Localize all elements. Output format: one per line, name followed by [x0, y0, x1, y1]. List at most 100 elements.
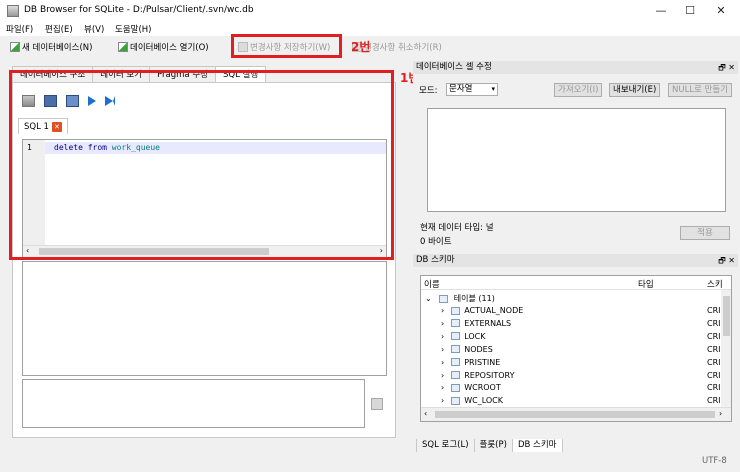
menu-help[interactable]: 도움말(H): [115, 23, 151, 35]
schema-vertical-scrollbar[interactable]: [721, 290, 731, 407]
tab-db-schema[interactable]: DB 스키마: [511, 439, 563, 453]
import-button[interactable]: 가져오기(I): [554, 83, 603, 97]
mode-value: 문자열: [449, 84, 473, 94]
app-icon: [7, 5, 19, 17]
tab-sql-log[interactable]: SQL 로그(L): [416, 439, 475, 453]
title-bar: DB Browser for SQLite - D:/Pulsar/Client…: [0, 0, 740, 22]
column-name-header[interactable]: 이름: [424, 278, 440, 290]
db-schema-dock-title: DB 스키마 🗗 ✕: [413, 254, 738, 267]
table-schema-value: CRI: [707, 344, 721, 354]
table-icon: [451, 319, 461, 328]
chevron-right-icon[interactable]: ›: [441, 371, 444, 380]
revert-changes-label: 변경사항 취소하기(R): [364, 43, 442, 53]
apply-button[interactable]: 적용: [680, 226, 730, 240]
menu-bar: 파일(F) 편집(E) 뷰(V) 도움말(H): [0, 22, 740, 36]
execution-message-box: [22, 379, 365, 428]
dock-controls-icon[interactable]: 🗗 ✕: [718, 254, 735, 267]
window-title: DB Browser for SQLite - D:/Pulsar/Client…: [24, 5, 254, 15]
status-bar: [0, 452, 740, 472]
table-icon: [451, 396, 461, 405]
chevron-down-icon[interactable]: ⌄: [425, 294, 432, 303]
new-database-label: 새 데이터베이스(N): [22, 43, 93, 53]
chevron-right-icon[interactable]: ›: [441, 358, 444, 367]
tree-item-table[interactable]: › ACTUAL_NODE CRI: [421, 306, 721, 319]
minimize-button[interactable]: —: [646, 2, 676, 20]
new-database-button[interactable]: 새 데이터베이스(N): [10, 41, 92, 53]
table-schema-value: CRI: [707, 370, 721, 380]
table-icon: [451, 306, 461, 315]
copy-message-button[interactable]: [371, 398, 383, 410]
chevron-right-icon[interactable]: ›: [441, 396, 444, 405]
schema-tree[interactable]: 이름 타입 스키 ⌄ 테이블 (11) › ACTUAL_NODE CRI › EXTE…: [420, 275, 732, 422]
table-schema-value: CRI: [707, 318, 721, 328]
mode-select[interactable]: 문자열 ▾: [446, 83, 498, 96]
table-name: WC_LOCK: [464, 396, 503, 406]
mode-label: 모드:: [419, 86, 438, 96]
set-null-button[interactable]: NULL로 만들기: [668, 83, 733, 97]
chevron-down-icon: ▾: [491, 85, 495, 93]
table-icon: [451, 383, 461, 392]
scrollbar-thumb[interactable]: [435, 411, 715, 418]
close-button[interactable]: ✕: [706, 2, 736, 20]
scroll-left-icon[interactable]: ‹: [424, 409, 427, 418]
table-name: ACTUAL_NODE: [464, 306, 524, 315]
chevron-right-icon[interactable]: ›: [441, 332, 444, 341]
table-name: LOCK: [464, 331, 486, 341]
table-name: NODES: [464, 344, 493, 354]
tree-item-table[interactable]: › EXTERNALS CRI: [421, 319, 721, 332]
data-type-label: 현재 데이터 타입: 널: [420, 223, 494, 233]
chevron-right-icon[interactable]: ›: [441, 345, 444, 354]
chevron-right-icon[interactable]: ›: [441, 383, 444, 392]
chevron-right-icon[interactable]: ›: [441, 306, 444, 315]
dock-controls-icon[interactable]: 🗗 ✕: [718, 61, 735, 74]
column-schema-header[interactable]: 스키: [707, 278, 723, 290]
table-icon: [451, 332, 461, 341]
tree-item-tables[interactable]: ⌄ 테이블 (11): [421, 293, 721, 306]
edit-cell-title: 데이터베이스 셀 수정: [416, 62, 492, 72]
menu-view[interactable]: 뷰(V): [84, 23, 104, 35]
maximize-button[interactable]: ☐: [675, 2, 705, 20]
cell-value-editor[interactable]: [427, 108, 726, 212]
tree-item-table[interactable]: › LOCK CRI: [421, 332, 721, 345]
tab-plot[interactable]: 플롯(P): [473, 439, 513, 453]
open-database-label: 데이터베이스 열기(O): [130, 43, 209, 53]
tree-item-table[interactable]: › PRISTINE CRI: [421, 358, 721, 371]
table-schema-value: CRI: [707, 396, 721, 406]
export-button[interactable]: 내보내기(E): [609, 83, 661, 97]
menu-file[interactable]: 파일(F): [6, 23, 33, 35]
open-database-icon: [118, 42, 128, 52]
table-icon: [451, 345, 461, 354]
scroll-right-icon[interactable]: ›: [719, 409, 722, 418]
edit-cell-dock-title: 데이터베이스 셀 수정 🗗 ✕: [413, 61, 738, 74]
table-name: REPOSITORY: [464, 370, 515, 380]
open-database-button[interactable]: 데이터베이스 열기(O): [118, 41, 209, 53]
query-results-grid[interactable]: [22, 261, 387, 376]
table-schema-value: CRI: [707, 306, 721, 315]
table-icon: [451, 371, 461, 379]
table-schema-value: CRI: [707, 331, 721, 341]
annotation-label-2: 2번: [351, 40, 371, 54]
chevron-right-icon[interactable]: ›: [441, 319, 444, 328]
annotation-box-2: [231, 34, 342, 58]
scrollbar-thumb[interactable]: [723, 296, 730, 336]
table-name: WCROOT: [464, 383, 501, 393]
menu-edit[interactable]: 편집(E): [45, 23, 73, 35]
tree-item-table[interactable]: › REPOSITORY CRI: [421, 371, 721, 384]
encoding-label: UTF-8: [702, 456, 727, 466]
data-size-label: 0 바이트: [420, 237, 452, 247]
tree-item-table[interactable]: › NODES CRI: [421, 345, 721, 358]
table-name: PRISTINE: [464, 357, 501, 367]
table-schema-value: CRI: [707, 357, 721, 367]
schema-horizontal-scrollbar[interactable]: ‹ ›: [421, 407, 731, 421]
bottom-dock-tabs: SQL 로그(L) 플롯(P) DB 스키마: [416, 439, 563, 453]
tree-item-table[interactable]: › WCROOT CRI: [421, 383, 721, 396]
annotation-box-1: [9, 70, 394, 260]
new-database-icon: [10, 42, 20, 52]
db-schema-title: DB 스키마: [416, 255, 455, 265]
table-name: EXTERNALS: [464, 318, 512, 328]
schema-tree-header: 이름 타입 스키: [421, 276, 731, 290]
column-type-header[interactable]: 타입: [638, 278, 654, 290]
table-schema-value: CRI: [707, 383, 721, 393]
table-folder-icon: [439, 294, 449, 303]
table-icon: [451, 358, 461, 367]
